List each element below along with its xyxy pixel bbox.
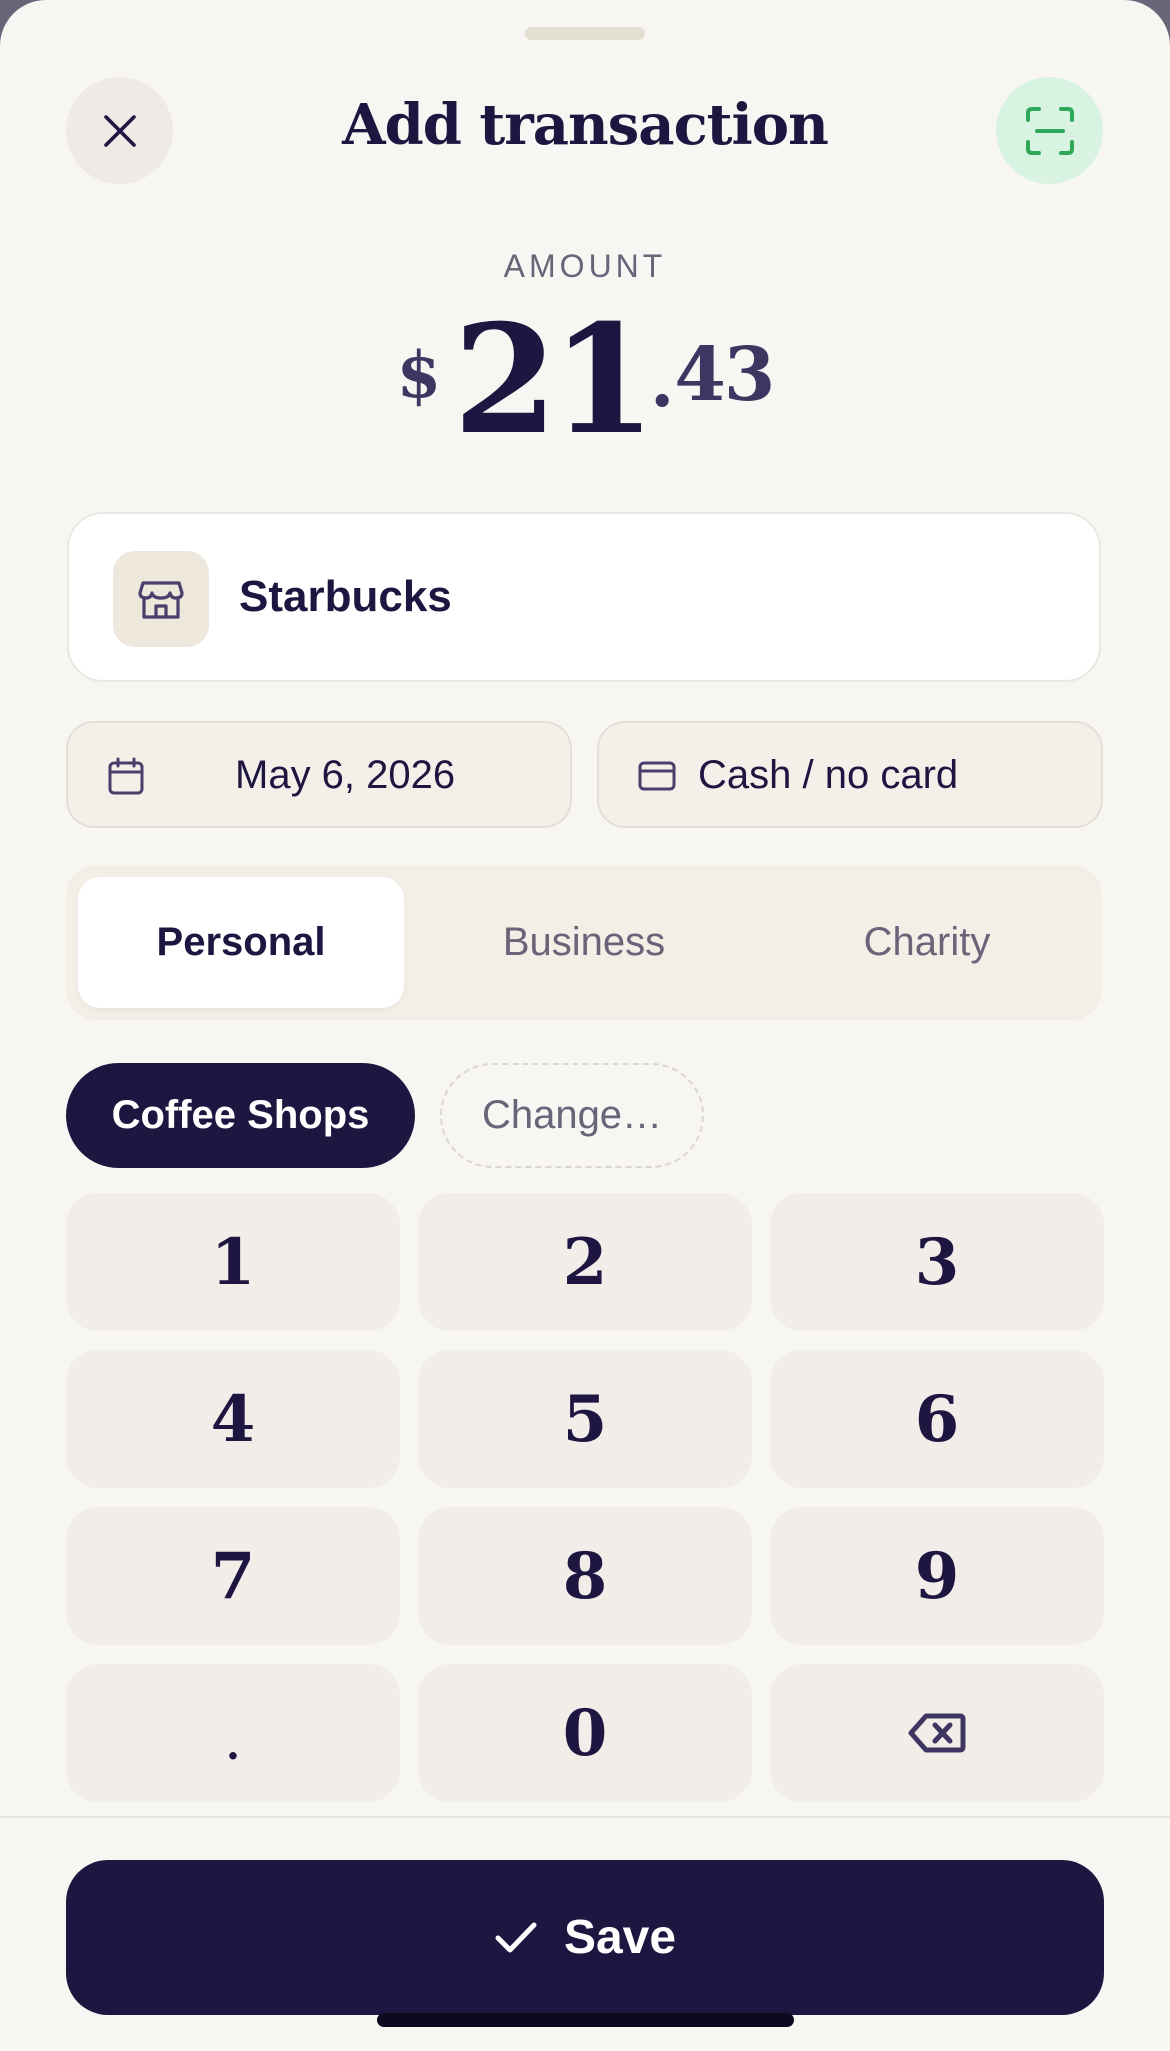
- key-1[interactable]: 1: [66, 1193, 400, 1331]
- check-icon: [495, 1922, 537, 1952]
- page-title: Add transaction: [342, 92, 829, 158]
- amount-cents: 43: [674, 332, 775, 418]
- payment-method-value: Cash / no card: [698, 753, 959, 797]
- key-5[interactable]: 5: [418, 1350, 752, 1488]
- tab-business[interactable]: Business: [421, 877, 747, 1008]
- scan-receipt-button[interactable]: [996, 77, 1103, 184]
- backspace-icon: [908, 1713, 966, 1753]
- key-decimal[interactable]: .: [66, 1664, 400, 1802]
- change-category-button[interactable]: Change…: [440, 1063, 704, 1168]
- key-6[interactable]: 6: [770, 1350, 1104, 1488]
- tab-personal[interactable]: Personal: [78, 877, 404, 1008]
- calendar-icon: [108, 757, 144, 795]
- amount-display: $ 21 . 43: [0, 300, 1170, 460]
- payment-method-picker[interactable]: Cash / no card: [597, 721, 1103, 828]
- storefront-icon: [113, 551, 209, 647]
- key-9[interactable]: 9: [770, 1507, 1104, 1645]
- amount-label: AMOUNT: [503, 248, 667, 284]
- scan-receipt-icon: [1025, 106, 1074, 155]
- amount-whole: 21: [453, 292, 656, 468]
- sheet-grabber[interactable]: [525, 27, 645, 40]
- save-label: Save: [563, 1911, 677, 1964]
- date-picker[interactable]: May 6, 2026: [66, 721, 572, 828]
- key-3[interactable]: 3: [770, 1193, 1104, 1331]
- key-7[interactable]: 7: [66, 1507, 400, 1645]
- divider: [0, 1816, 1170, 1818]
- key-2[interactable]: 2: [418, 1193, 752, 1331]
- key-8[interactable]: 8: [418, 1507, 752, 1645]
- currency-symbol: $: [396, 338, 442, 413]
- add-transaction-sheet: Add transaction AMOUNT $ 21 . 43 Starbuc…: [0, 0, 1170, 2051]
- save-button[interactable]: Save: [66, 1860, 1104, 2015]
- key-backspace[interactable]: [770, 1664, 1104, 1802]
- amount-decimal-point: .: [649, 340, 675, 423]
- home-indicator: [377, 2013, 794, 2027]
- date-value: May 6, 2026: [235, 753, 456, 797]
- merchant-field[interactable]: Starbucks: [67, 512, 1101, 682]
- merchant-name: Starbucks: [239, 572, 452, 621]
- tab-charity[interactable]: Charity: [764, 877, 1090, 1008]
- credit-card-icon: [638, 761, 676, 791]
- transaction-type-selector: Personal Business Charity: [66, 865, 1102, 1020]
- category-chip[interactable]: Coffee Shops: [66, 1063, 415, 1168]
- key-4[interactable]: 4: [66, 1350, 400, 1488]
- key-0[interactable]: 0: [418, 1664, 752, 1802]
